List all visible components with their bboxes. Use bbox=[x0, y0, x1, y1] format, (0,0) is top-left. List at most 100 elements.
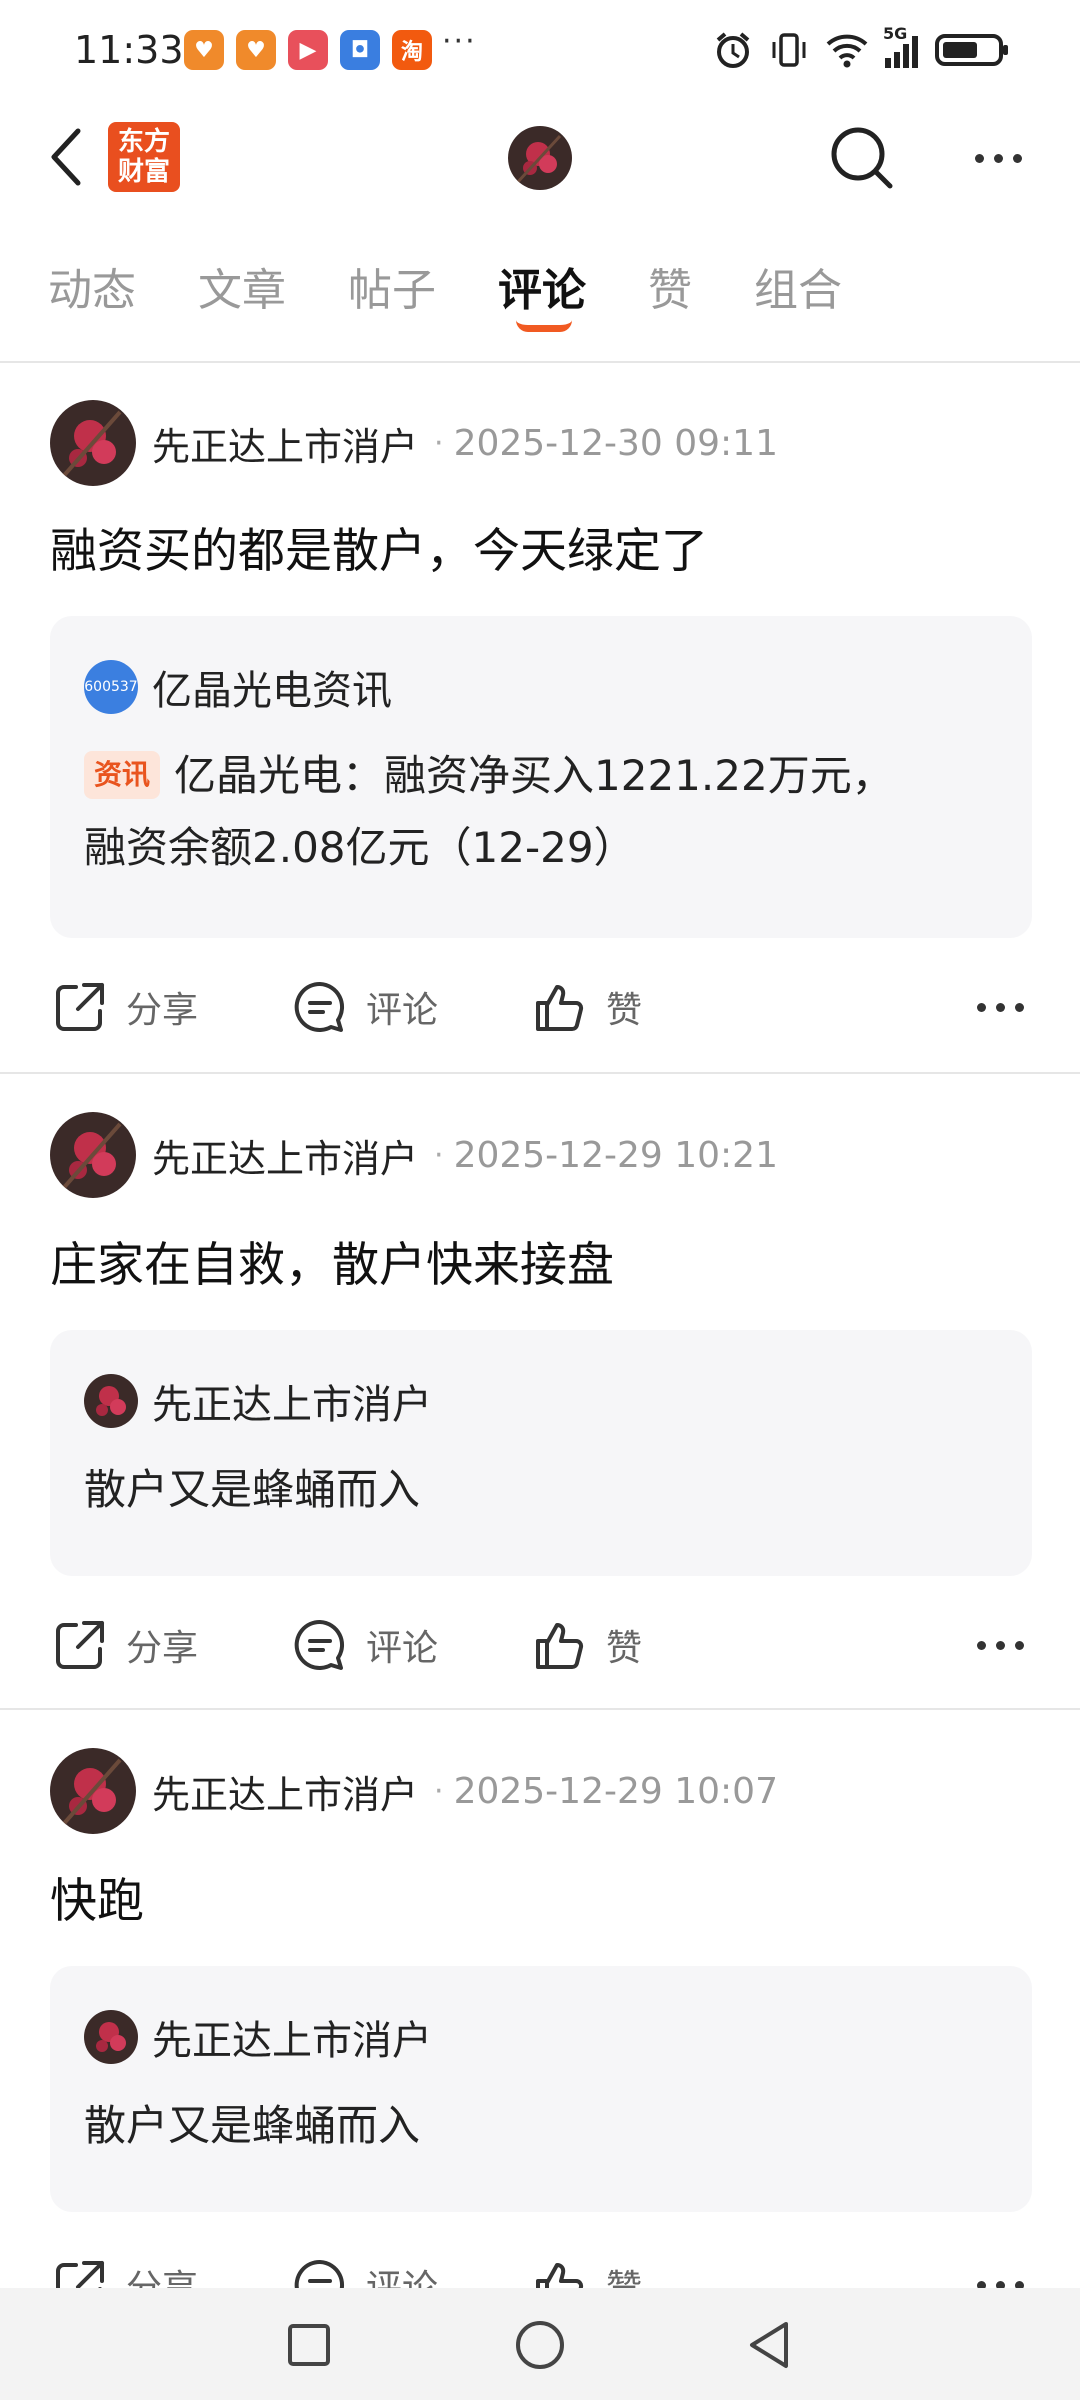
quoted-author-name: 先正达上市消户 bbox=[152, 2018, 432, 2064]
author-name[interactable]: 先正达上市消户 bbox=[152, 1128, 418, 1183]
author-name[interactable]: 先正达上市消户 bbox=[152, 416, 418, 471]
more-dot-icon bbox=[974, 153, 984, 163]
comment-text[interactable]: 融资买的都是散户，今天绿定了 bbox=[50, 512, 708, 581]
taobao-app-icon: 淘 bbox=[392, 30, 432, 70]
alarm-icon bbox=[716, 32, 750, 68]
app-header: 东方 财富 bbox=[0, 100, 1080, 215]
quoted-post-body: 散户又是蜂蛹而入 bbox=[84, 1465, 421, 1514]
tab-likes[interactable]: 赞 bbox=[648, 254, 692, 318]
quoted-author-avatar bbox=[84, 1374, 138, 1428]
author-name[interactable]: 先正达上市消户 bbox=[152, 1764, 418, 1819]
author-avatar[interactable] bbox=[50, 400, 136, 486]
status-bar: 11:33 ♥ ♥ ▶ ◘ 淘 ··· 5G bbox=[0, 0, 1080, 100]
notification-icons: ♥ ♥ ▶ ◘ 淘 bbox=[184, 30, 432, 70]
quoted-post-header: 先正达上市消户 bbox=[84, 1372, 432, 1430]
brand-logo-line1: 东方 bbox=[117, 127, 170, 157]
tab-activity[interactable]: 动态 bbox=[48, 254, 136, 318]
comment-button[interactable]: 评论 bbox=[292, 1600, 438, 1690]
more-dot-icon bbox=[1012, 153, 1022, 163]
more-dot-icon bbox=[996, 1640, 1005, 1650]
post-header: 先正达上市消户 · 2025-12-29 10:07 bbox=[50, 1748, 778, 1834]
thumbs-up-icon bbox=[536, 1623, 584, 1669]
stock-code-badge: 600537 bbox=[84, 660, 138, 714]
author-avatar[interactable] bbox=[50, 1748, 136, 1834]
share-label: 分享 bbox=[126, 2259, 198, 2288]
author-avatar[interactable] bbox=[50, 1112, 136, 1198]
vibrate-icon bbox=[772, 33, 806, 67]
post-actions: 分享 评论 赞 bbox=[0, 962, 1080, 1052]
quoted-post-body: 散户又是蜂蛹而入 bbox=[84, 2101, 421, 2150]
comment-item[interactable]: 先正达上市消户 · 2025-12-30 09:11 融资买的都是散户，今天绿定… bbox=[0, 362, 1080, 1074]
thumbs-up-icon bbox=[536, 2263, 584, 2288]
post-time: 2025-12-29 10:07 bbox=[453, 1770, 778, 1812]
tab-posts[interactable]: 帖子 bbox=[348, 254, 436, 318]
share-button[interactable]: 分享 bbox=[52, 2240, 198, 2288]
search-button[interactable] bbox=[826, 122, 898, 194]
tab-articles[interactable]: 文章 bbox=[198, 254, 286, 318]
quoted-post[interactable]: 600537 亿晶光电资讯 资讯 亿晶光电：融资净买入1221.22万元， 融资余… bbox=[50, 616, 1032, 938]
more-dot-icon bbox=[1015, 2280, 1024, 2288]
post-header: 先正达上市消户 · 2025-12-29 10:21 bbox=[50, 1112, 778, 1198]
more-dot-icon bbox=[1015, 1640, 1024, 1650]
more-dot-icon bbox=[996, 2280, 1005, 2288]
back-arrow-icon bbox=[51, 128, 81, 186]
brand-logo-line2: 财富 bbox=[117, 157, 170, 187]
quoted-post-body: 资讯 亿晶光电：融资净买入1221.22万元， 融资余额2.08亿元（12-29） bbox=[84, 740, 1004, 884]
quoted-author-avatar bbox=[84, 2010, 138, 2064]
more-dot-icon bbox=[1015, 1002, 1024, 1012]
comment-text[interactable]: 快跑 bbox=[50, 1862, 144, 1931]
heart-app-icon: ♥ bbox=[184, 30, 224, 70]
shield-app-icon: ◘ bbox=[340, 30, 380, 70]
more-dot-icon bbox=[977, 2280, 986, 2288]
back-button[interactable] bbox=[40, 118, 96, 196]
quoted-source-name: 亿晶光电资讯 bbox=[152, 668, 392, 714]
like-button[interactable]: 赞 bbox=[532, 962, 642, 1052]
tab-comments[interactable]: 评论 bbox=[498, 254, 586, 318]
quoted-post[interactable]: 先正达上市消户 散户又是蜂蛹而入 bbox=[50, 1966, 1032, 2212]
comment-button[interactable]: 评论 bbox=[292, 2240, 438, 2288]
quoted-post-header: 600537 亿晶光电资讯 bbox=[84, 658, 392, 716]
comment-icon bbox=[294, 1619, 345, 1670]
system-icons: 5G bbox=[713, 24, 1010, 70]
more-options-button[interactable] bbox=[958, 122, 1038, 194]
heart-app-icon: ♥ bbox=[236, 30, 276, 70]
post-more-button[interactable] bbox=[977, 962, 1024, 1052]
share-button[interactable]: 分享 bbox=[52, 1600, 198, 1690]
more-dot-icon bbox=[996, 1002, 1005, 1012]
tab-portfolio[interactable]: 组合 bbox=[754, 254, 842, 318]
comment-item[interactable]: 先正达上市消户 · 2025-12-29 10:21 庄家在自救，散户快来接盘 … bbox=[0, 1074, 1080, 1710]
post-time: 2025-12-30 09:11 bbox=[453, 422, 778, 464]
share-icon bbox=[56, 2261, 104, 2288]
comment-icon bbox=[294, 2259, 345, 2288]
status-time: 11:33 bbox=[74, 28, 184, 72]
like-button[interactable]: 赞 bbox=[532, 2240, 642, 2288]
recents-button[interactable] bbox=[274, 2310, 344, 2380]
share-button[interactable]: 分享 bbox=[52, 962, 198, 1052]
quoted-post[interactable]: 先正达上市消户 散户又是蜂蛹而入 bbox=[50, 1330, 1032, 1576]
post-actions: 分享 评论 赞 bbox=[0, 2240, 1080, 2288]
profile-tabs: 动态 文章 帖子 评论 赞 组合 bbox=[0, 240, 1080, 360]
battery-icon bbox=[935, 34, 1008, 66]
home-button[interactable] bbox=[505, 2310, 575, 2380]
more-notifications-icon: ··· bbox=[442, 24, 477, 59]
signal-icon: 5G bbox=[883, 24, 918, 68]
comment-item[interactable]: 先正达上市消户 · 2025-12-29 10:07 快跑 先正达上市消户 散户… bbox=[0, 1710, 1080, 2288]
square-icon bbox=[288, 2324, 330, 2366]
comment-label: 评论 bbox=[366, 1628, 439, 1669]
separator: · bbox=[434, 425, 444, 461]
like-label: 赞 bbox=[606, 2259, 642, 2288]
separator: · bbox=[434, 1773, 444, 1809]
thumbs-up-icon bbox=[536, 985, 584, 1031]
share-icon bbox=[56, 983, 104, 1031]
post-more-button[interactable] bbox=[977, 1600, 1024, 1690]
like-button[interactable]: 赞 bbox=[532, 1600, 642, 1690]
more-dot-icon bbox=[977, 1640, 986, 1650]
post-more-button[interactable] bbox=[977, 2240, 1024, 2288]
active-tab-indicator bbox=[516, 320, 572, 332]
comment-button[interactable]: 评论 bbox=[292, 962, 438, 1052]
circle-icon bbox=[516, 2321, 564, 2369]
post-actions: 分享 评论 赞 bbox=[0, 1600, 1080, 1690]
user-avatar[interactable] bbox=[508, 126, 572, 190]
comment-text[interactable]: 庄家在自救，散户快来接盘 bbox=[50, 1226, 614, 1295]
back-nav-button[interactable] bbox=[734, 2310, 804, 2380]
